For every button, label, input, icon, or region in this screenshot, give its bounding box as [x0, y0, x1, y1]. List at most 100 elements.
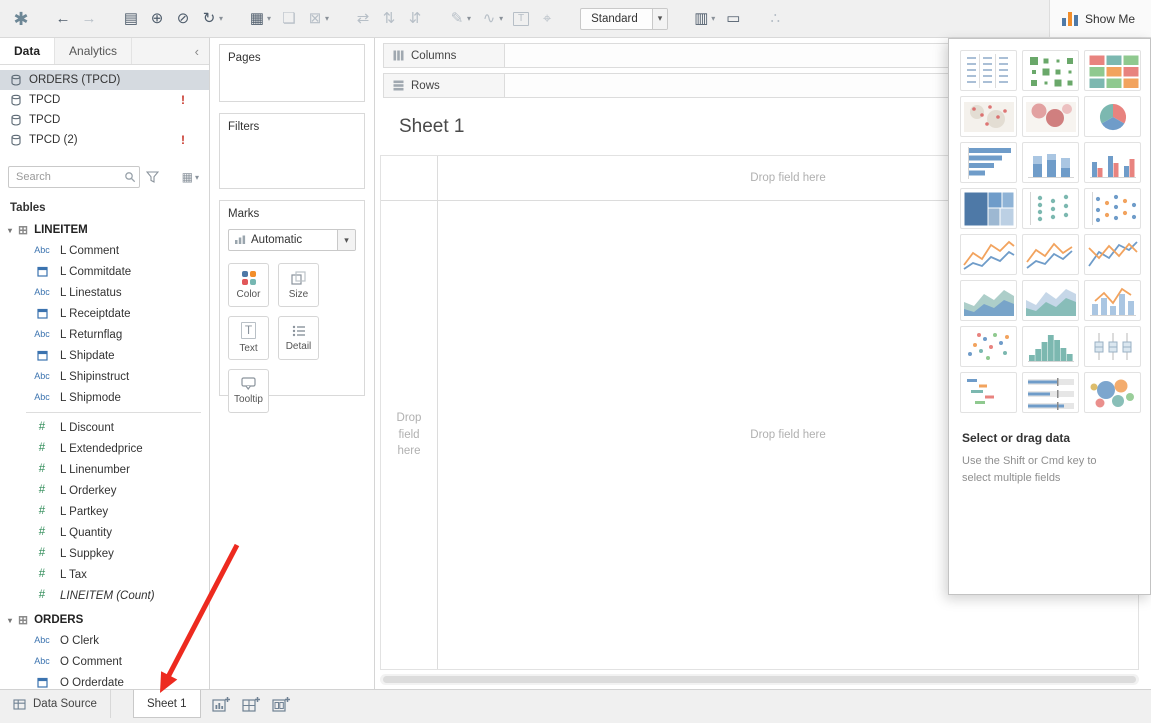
showme-bullet-graph[interactable] [1022, 372, 1079, 413]
tooltip-mark-button[interactable]: Tooltip [228, 369, 269, 413]
tab-data[interactable]: Data [0, 38, 55, 64]
new-story-tab-button[interactable] [272, 696, 291, 713]
showme-continuous-area[interactable] [960, 280, 1017, 321]
redo-button[interactable]: → [76, 6, 102, 32]
fit-selector[interactable]: Standard▾ [580, 8, 668, 30]
swap-axes-button[interactable]: ⇄ [350, 6, 376, 32]
horizontal-scrollbar[interactable] [380, 674, 1139, 685]
showme-continuous-line[interactable] [960, 234, 1017, 275]
search-input[interactable] [8, 166, 140, 188]
field-item[interactable]: AbcL Comment [0, 240, 209, 261]
datasource-item[interactable]: TPCD! [0, 90, 209, 110]
refresh-datasource-button[interactable]: ↻▾ [196, 6, 228, 32]
datasource-item[interactable]: TPCD [0, 110, 209, 130]
showme-stacked-bars[interactable] [1022, 142, 1079, 183]
view-options-button[interactable]: ▦ ▾ [182, 170, 201, 184]
table-group-header[interactable]: ▾⊞LINEITEM [0, 216, 209, 240]
field-item[interactable]: #L Quantity [0, 522, 209, 543]
showme-horizontal-bars[interactable] [960, 142, 1017, 183]
database-icon [10, 74, 22, 86]
field-item[interactable]: #L Linenumber [0, 459, 209, 480]
filters-shelf[interactable]: Filters [219, 113, 365, 189]
fix-axes-button[interactable]: ⌖ [534, 6, 560, 32]
data-source-tab[interactable]: Data Source [0, 690, 111, 718]
pause-updates-button[interactable]: ⊘ [170, 6, 196, 32]
save-button[interactable]: ▤ [118, 6, 144, 32]
field-item[interactable]: L Shipdate [0, 345, 209, 366]
sort-ascending-button[interactable]: ⇅ [376, 6, 402, 32]
field-item[interactable]: #L Orderkey [0, 480, 209, 501]
field-item[interactable]: O Orderdate [0, 672, 209, 689]
chevron-down-icon: ▾ [219, 14, 223, 23]
datasource-item[interactable]: TPCD (2)! [0, 130, 209, 150]
field-item[interactable]: L Commitdate [0, 261, 209, 282]
field-item[interactable]: L Receiptdate [0, 303, 209, 324]
clear-sheet-button[interactable]: ⊠▾ [302, 6, 334, 32]
showme-heat-map[interactable] [1022, 50, 1079, 91]
showme-side-by-side-bars[interactable] [1084, 142, 1141, 183]
field-item[interactable]: AbcL Shipmode [0, 387, 209, 408]
duplicate-sheet-button[interactable]: ❏ [276, 6, 302, 32]
field-item[interactable]: AbcO Clerk [0, 630, 209, 651]
showme-symbol-map[interactable] [960, 96, 1017, 137]
showme-filled-map[interactable] [1022, 96, 1079, 137]
field-item[interactable]: #L Partkey [0, 501, 209, 522]
field-item[interactable]: #L Discount [0, 417, 209, 438]
detail-mark-button[interactable]: Detail [278, 316, 319, 360]
field-item[interactable]: AbcO Comment [0, 651, 209, 672]
showme-dual-line[interactable] [1084, 234, 1141, 275]
table-group-header[interactable]: ▾⊞ORDERS [0, 606, 209, 630]
show-cards-button[interactable]: ▥▾ [688, 6, 720, 32]
showme-side-by-side-circles[interactable] [1084, 188, 1141, 229]
drop-corner [381, 156, 438, 201]
field-item[interactable]: #L Tax [0, 564, 209, 585]
tab-analytics[interactable]: Analytics [55, 38, 132, 64]
showme-discrete-area[interactable] [1022, 280, 1079, 321]
tableau-logo[interactable]: ✱ [8, 6, 34, 32]
filter-fields-icon[interactable] [146, 171, 159, 183]
undo-button[interactable]: ← [50, 6, 76, 32]
field-item[interactable]: AbcL Returnflag [0, 324, 209, 345]
field-item[interactable]: AbcL Linestatus [0, 282, 209, 303]
showme-histogram[interactable] [1022, 326, 1079, 367]
showme-treemap[interactable] [960, 188, 1017, 229]
new-worksheet-tab-button[interactable] [212, 696, 231, 713]
new-datasource-button[interactable]: ⊕ [144, 6, 170, 32]
showme-highlight-table[interactable] [1084, 50, 1141, 91]
highlight-button[interactable]: ✎▾ [444, 6, 476, 32]
showme-scatter-plot[interactable] [960, 326, 1017, 367]
size-mark-button[interactable]: Size [278, 263, 319, 307]
sheet-1-tab[interactable]: Sheet 1 [133, 690, 201, 718]
showme-box-and-whisker[interactable] [1084, 326, 1141, 367]
collapse-pane-icon[interactable]: ‹ [185, 38, 209, 64]
field-item[interactable]: #L Suppkey [0, 543, 209, 564]
show-mark-labels-button[interactable]: T [508, 6, 534, 32]
new-datasource-icon: ⊕ [149, 11, 165, 26]
toolbar-separator [560, 18, 576, 19]
mark-type-dropdown[interactable]: Automatic ▾ [228, 229, 356, 251]
drop-zone-rows[interactable]: Drop field here [381, 201, 438, 669]
showme-discrete-line[interactable] [1022, 234, 1079, 275]
field-item[interactable]: #L Extendedprice [0, 438, 209, 459]
showme-gantt[interactable] [960, 372, 1017, 413]
field-name: L Commitdate [60, 266, 131, 278]
showme-dual-combination[interactable] [1084, 280, 1141, 321]
showme-packed-bubbles[interactable] [1084, 372, 1141, 413]
showme-pie-chart[interactable] [1084, 96, 1141, 137]
presentation-mode-button[interactable]: ▭ [720, 6, 746, 32]
field-item[interactable]: #LINEITEM (Count) [0, 585, 209, 606]
showme-text-table[interactable] [960, 50, 1017, 91]
new-dashboard-tab-button[interactable] [242, 696, 261, 713]
sort-descending-button[interactable]: ⇵ [402, 6, 428, 32]
showme-circle-views[interactable] [1022, 188, 1079, 229]
group-members-button[interactable]: ∿▾ [476, 6, 508, 32]
datasource-item[interactable]: ORDERS (TPCD) [0, 70, 209, 90]
pages-shelf[interactable]: Pages [219, 44, 365, 102]
field-item[interactable]: AbcL Shipinstruct [0, 366, 209, 387]
show-me-button[interactable]: Show Me [1049, 0, 1151, 37]
new-worksheet-button[interactable]: ▦▾ [244, 6, 276, 32]
color-mark-button[interactable]: Color [228, 263, 269, 307]
share-button[interactable]: ∴ [762, 6, 788, 32]
show-me-select-desc: Use the Shift or Cmd key to select multi… [962, 453, 1117, 486]
text-mark-button[interactable]: TText [228, 316, 269, 360]
